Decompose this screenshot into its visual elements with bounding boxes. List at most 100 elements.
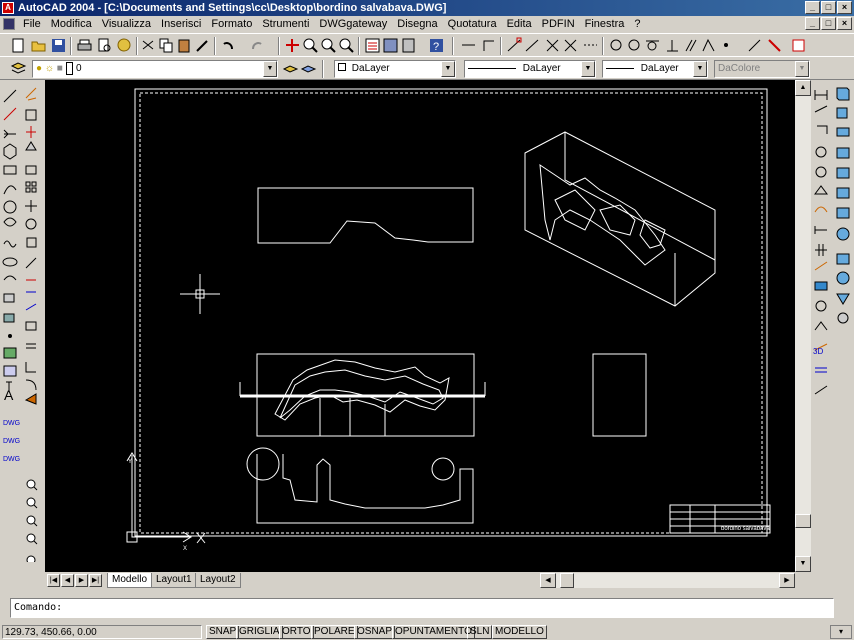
new-file-icon[interactable] [10, 37, 27, 54]
print-preview-icon[interactable] [96, 37, 113, 54]
ortho-toggle[interactable]: ORTO [279, 625, 314, 639]
grid-toggle[interactable]: GRIGLIA [236, 625, 283, 639]
menu-formato[interactable]: Formato [206, 16, 257, 32]
layer-previous-icon[interactable] [300, 60, 317, 77]
scroll-right-icon[interactable]: ▶ [779, 573, 795, 588]
hscroll-thumb[interactable] [560, 573, 574, 588]
snap-extension-icon[interactable] [582, 37, 599, 54]
help-icon[interactable]: ? [428, 37, 445, 54]
chevron-down-icon[interactable]: ▼ [693, 61, 707, 77]
drawing-canvas[interactable]: bordino salvabava Y X [45, 80, 795, 572]
menu-pdfin[interactable]: PDFIN [537, 16, 580, 32]
color-swatch-icon [338, 63, 346, 71]
otrack-toggle[interactable]: OPUNTAMENTO [392, 625, 475, 639]
design-center-icon[interactable] [382, 37, 399, 54]
snap-apparent-icon[interactable] [562, 37, 579, 54]
last-tab-icon[interactable]: ▶| [89, 574, 102, 587]
properties-icon[interactable] [364, 37, 381, 54]
scroll-left-icon[interactable]: ◀ [540, 573, 556, 588]
tool-palettes-icon[interactable] [400, 37, 417, 54]
cut-icon[interactable] [140, 37, 157, 54]
menu-quotatura[interactable]: Quotatura [443, 16, 502, 32]
make-current-layer-icon[interactable] [282, 60, 299, 77]
snap-quadrant-icon[interactable] [626, 37, 643, 54]
next-tab-icon[interactable]: ▶ [75, 574, 88, 587]
document-icon[interactable] [3, 18, 15, 30]
ucs-icon[interactable] [480, 37, 497, 54]
snap-intersection-icon[interactable] [544, 37, 561, 54]
tab-layout1[interactable]: Layout1 [151, 573, 197, 588]
layers-toolbar: ● ☼ ■ 0 ▼ DaLayer ▼ DaLayer ▼ DaLayer ▼ … [0, 56, 854, 80]
maximize-button[interactable]: □ [821, 1, 836, 14]
zoom-realtime-icon[interactable] [302, 37, 319, 54]
layer-dropdown[interactable]: ● ☼ ■ 0 ▼ [32, 60, 278, 78]
zoom-previous-icon[interactable] [338, 37, 355, 54]
print-icon[interactable] [76, 37, 93, 54]
horizontal-scrollbar[interactable]: ◀ ▶ [540, 573, 795, 588]
color-dropdown[interactable]: DaLayer ▼ [334, 60, 456, 78]
doc-minimize-button[interactable]: _ [805, 17, 820, 30]
prev-tab-icon[interactable]: ◀ [61, 574, 74, 587]
snap-parallel-icon[interactable] [682, 37, 699, 54]
undo-icon[interactable] [220, 37, 237, 54]
distance-icon[interactable] [460, 37, 477, 54]
snap-midpoint-icon[interactable] [524, 37, 541, 54]
model-toggle[interactable]: MODELLO [492, 625, 547, 639]
copy-icon[interactable] [158, 37, 175, 54]
snap-none-icon[interactable] [766, 37, 783, 54]
lineweight-dropdown[interactable]: DaLayer ▼ [602, 60, 708, 78]
snap-toggle[interactable]: SNAP [206, 625, 240, 639]
snap-node-icon[interactable] [718, 37, 735, 54]
osnap-toggle[interactable]: OSNAP [354, 625, 396, 639]
zoom-window-icon[interactable] [320, 37, 337, 54]
object-snap-settings-icon[interactable] [790, 37, 807, 54]
vertical-scrollbar[interactable]: ▲ ▼ [795, 80, 811, 572]
pan-icon[interactable] [284, 37, 301, 54]
scroll-thumb[interactable] [795, 514, 811, 528]
chevron-down-icon[interactable]: ▼ [581, 61, 595, 77]
command-input[interactable]: Comando: [10, 598, 834, 618]
open-folder-icon[interactable] [30, 37, 47, 54]
publish-icon[interactable] [116, 37, 133, 54]
tab-layout2[interactable]: Layout2 [195, 573, 241, 588]
save-icon[interactable] [50, 37, 67, 54]
menu-finestra[interactable]: Finestra [580, 16, 630, 32]
snap-insert-icon[interactable] [700, 37, 717, 54]
coordinate-readout[interactable]: 129.73, 450.66, 0.00 [2, 625, 202, 639]
snap-perpendicular-icon[interactable] [664, 37, 681, 54]
scroll-up-icon[interactable]: ▲ [795, 80, 811, 96]
chevron-down-icon: ▼ [795, 61, 809, 77]
close-button[interactable]: × [837, 1, 852, 14]
menu-edita[interactable]: Edita [502, 16, 537, 32]
menu-visualizza[interactable]: Visualizza [97, 16, 156, 32]
layer-color-icon [65, 62, 74, 75]
menu-strumenti[interactable]: Strumenti [257, 16, 314, 32]
scroll-down-icon[interactable]: ▼ [795, 556, 811, 572]
first-tab-icon[interactable]: |◀ [47, 574, 60, 587]
doc-close-button[interactable]: × [837, 17, 852, 30]
chevron-down-icon[interactable]: ▼ [441, 61, 455, 77]
match-properties-icon[interactable] [194, 37, 211, 54]
linetype-dropdown[interactable]: DaLayer ▼ [464, 60, 596, 78]
layer-manager-icon[interactable] [10, 60, 27, 77]
minimize-button[interactable]: _ [805, 1, 820, 14]
paste-icon[interactable] [176, 37, 193, 54]
tray-settings-icon[interactable]: ▾ [830, 625, 852, 639]
color-value: DaLayer [351, 63, 390, 74]
menu-disegna[interactable]: Disegna [392, 16, 442, 32]
snap-endpoint-icon[interactable] [506, 37, 523, 54]
snap-tangent-icon[interactable] [644, 37, 661, 54]
snap-nearest-icon[interactable] [746, 37, 763, 54]
menu-modifica[interactable]: Modifica [46, 16, 97, 32]
lwt-toggle[interactable]: SLN [467, 625, 493, 639]
redo-icon[interactable] [248, 37, 265, 54]
doc-restore-button[interactable]: □ [821, 17, 836, 30]
polar-toggle[interactable]: POLARE [311, 625, 358, 639]
menu-help[interactable]: ? [629, 16, 645, 32]
chevron-down-icon[interactable]: ▼ [263, 61, 277, 77]
snap-center-icon[interactable] [608, 37, 625, 54]
tab-modello[interactable]: Modello [107, 573, 153, 588]
menu-inserisci[interactable]: Inserisci [156, 16, 206, 32]
menu-dwggateway[interactable]: DWGgateway [314, 16, 392, 32]
menu-file[interactable]: File [18, 16, 46, 32]
